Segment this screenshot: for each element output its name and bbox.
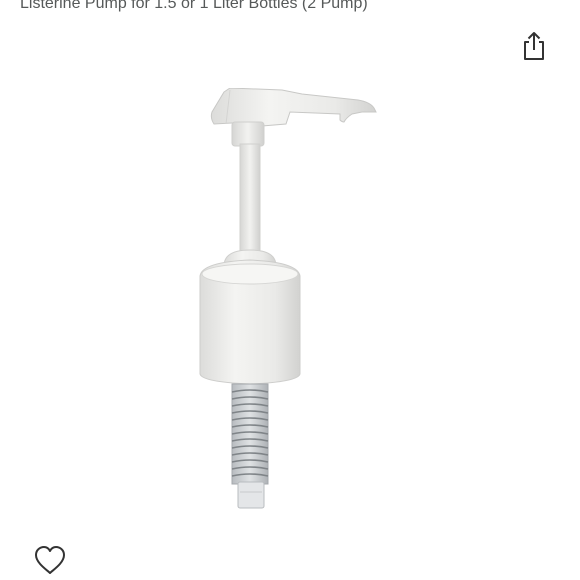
pump-stem	[239, 143, 261, 255]
product-image	[190, 87, 390, 513]
product-detail-screen: Listerine Pump for 1.5 or 1 Liter Bottle…	[0, 0, 580, 580]
pump-spring	[231, 383, 269, 485]
wishlist-button[interactable]	[30, 540, 70, 580]
pump-head	[210, 87, 377, 127]
share-button[interactable]	[516, 28, 552, 64]
product-title: Listerine Pump for 1.5 or 1 Liter Bottle…	[20, 0, 368, 12]
share-icon	[524, 32, 544, 60]
heart-outline-icon	[35, 546, 65, 574]
pump-dip-tube	[237, 481, 265, 509]
